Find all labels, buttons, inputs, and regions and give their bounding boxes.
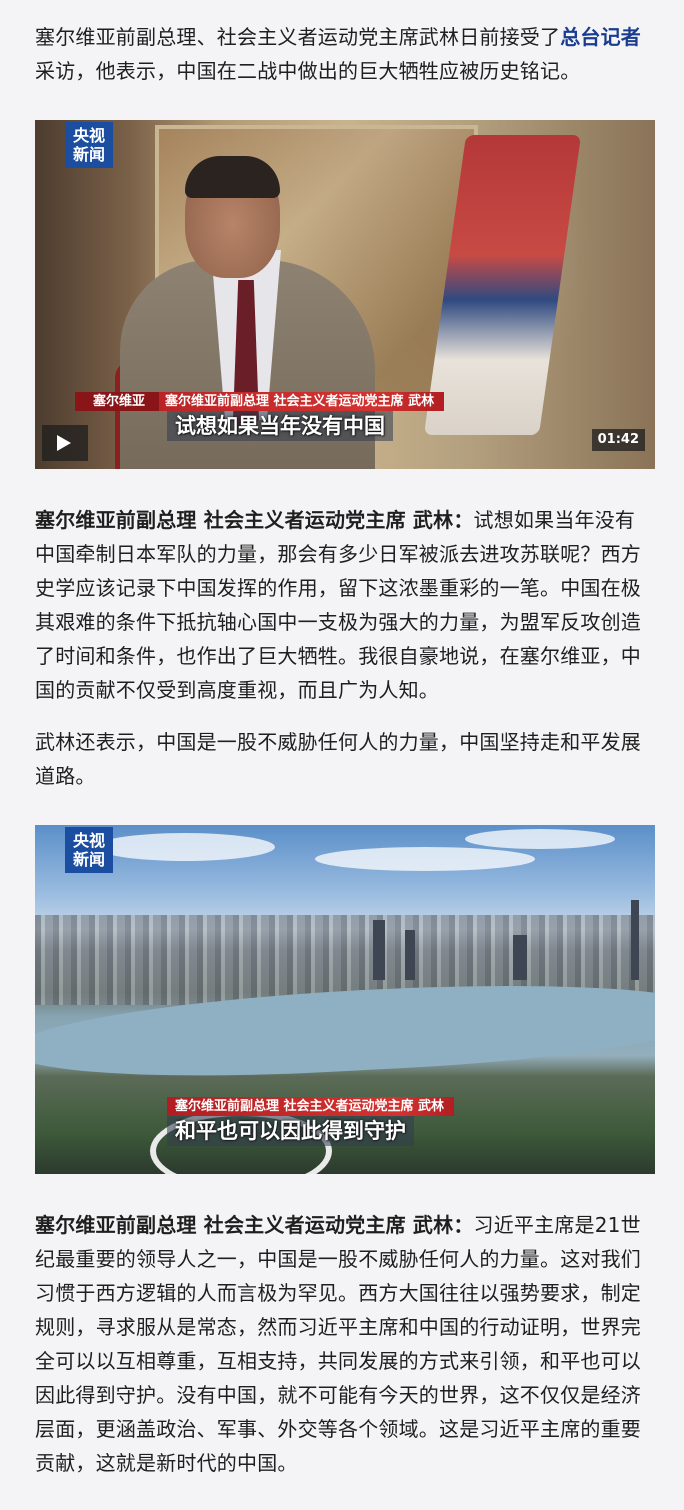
quote-paragraph-3: 塞尔维亚前副总理 社会主义者运动党主席 武林：习近平主席是21世纪最重要的领导人… [35, 1208, 655, 1480]
caption-location: 塞尔维亚 [75, 392, 160, 411]
play-icon [57, 435, 71, 451]
reporter-link[interactable]: 总台记者 [560, 25, 641, 49]
article: 塞尔维亚前副总理、社会主义者运动党主席武林日前接受了总台记者采访，他表示，中国在… [35, 20, 655, 1480]
caption-role: 塞尔维亚前副总理 社会主义者运动党主席 武林 [165, 394, 435, 409]
caption-role: 塞尔维亚前副总理 社会主义者运动党主席 武林 [175, 1099, 445, 1114]
image-city: 央视 新闻 塞尔维亚前副总理 社会主义者运动党主席 武林 和平也可以因此得到守护 [35, 825, 655, 1174]
speaker-label: 塞尔维亚前副总理 社会主义者运动党主席 武林： [35, 1213, 474, 1237]
intro-paragraph: 塞尔维亚前副总理、社会主义者运动党主席武林日前接受了总台记者采访，他表示，中国在… [35, 20, 655, 88]
quote-text-1: 试想如果当年没有中国牵制日本军队的力量，那会有多少日军被派去进攻苏联呢？西方史学… [35, 508, 641, 702]
video-duration: 01:42 [591, 429, 645, 451]
caption-title-bar: 塞尔维亚前副总理 社会主义者运动党主席 武林 [167, 1097, 455, 1116]
intro-text-after: 采访，他表示，中国在二战中做出的巨大牺牲应被历史铭记。 [35, 59, 581, 83]
video-player[interactable]: 央视 新闻 塞尔维亚 塞尔维亚前副总理 社会主义者运动党主席 武林 试想如果当年没… [35, 120, 655, 469]
quote-paragraph-1: 塞尔维亚前副总理 社会主义者运动党主席 武林：试想如果当年没有中国牵制日本军队的… [35, 503, 655, 707]
cctv-news-logo: 央视 新闻 [65, 827, 113, 873]
caption-subtitle: 和平也可以因此得到守护 [167, 1116, 414, 1146]
caption-subtitle: 试想如果当年没有中国 [167, 411, 393, 441]
paragraph-2: 武林还表示，中国是一股不威胁任何人的力量，中国坚持走和平发展道路。 [35, 730, 641, 788]
caption-title-bar: 塞尔维亚 塞尔维亚前副总理 社会主义者运动党主席 武林 [75, 392, 445, 411]
speaker-label: 塞尔维亚前副总理 社会主义者运动党主席 武林： [35, 508, 474, 532]
cctv-news-logo: 央视 新闻 [65, 122, 113, 168]
quote-text-3: 习近平主席是21世纪最重要的领导人之一，中国是一股不威胁任何人的力量。这对我们习… [35, 1213, 641, 1475]
play-button[interactable] [42, 425, 88, 461]
intro-text-before: 塞尔维亚前副总理、社会主义者运动党主席武林日前接受了 [35, 25, 561, 49]
